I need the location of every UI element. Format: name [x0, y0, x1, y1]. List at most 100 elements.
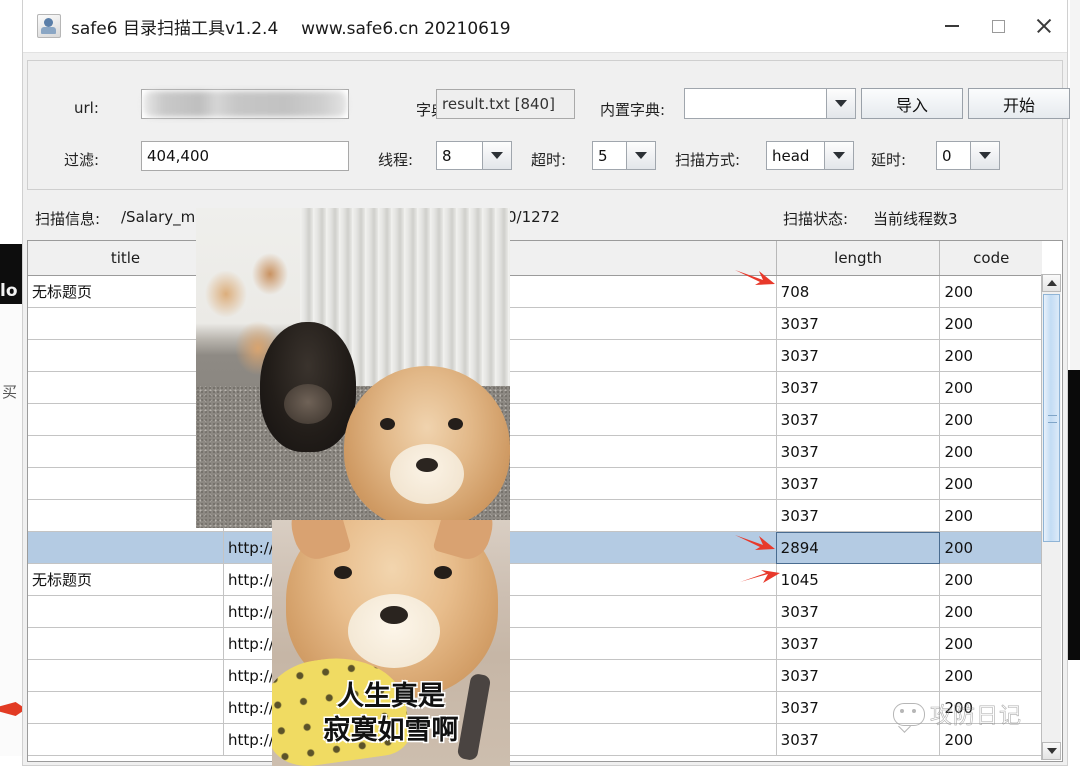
- table-row[interactable]: http://oa orage/OrderBill.aspx3037200: [28, 723, 1042, 756]
- chevron-down-icon: [826, 89, 855, 118]
- scanmode-label: 扫描方式:: [675, 151, 741, 169]
- application-window: safe6 目录扫描工具v1.2.4 www.safe6.cn 20210619…: [22, 0, 1070, 766]
- table-row[interactable]: in.aspx3037200: [28, 467, 1042, 500]
- background-text-a: lo: [0, 281, 18, 301]
- cell-title: 无标题页: [28, 563, 224, 596]
- chevron-down-icon: [1046, 748, 1057, 754]
- table-row[interactable]: t/SupplierInbillSum.aspx3037200: [28, 435, 1042, 468]
- results-table-head: title length code: [28, 241, 1042, 276]
- results-table: title length code 无标题页t/StatMain.aspx708…: [28, 241, 1042, 756]
- cell-length: 3037: [776, 307, 941, 340]
- table-row[interactable]: http://oa t/SupplierOutbillSum.aspx28942…: [28, 531, 1042, 564]
- timeout-select[interactable]: 5: [592, 141, 656, 170]
- import-button[interactable]: 导入: [861, 88, 963, 119]
- watermark-text: 攻防日记: [930, 704, 1023, 730]
- cell-length: 2894: [776, 531, 941, 564]
- desktop-background-top: [0, 0, 22, 56]
- cell-title: [28, 371, 224, 404]
- cell-title: [28, 659, 224, 692]
- timeout-label: 超时:: [531, 151, 567, 169]
- cell-code: 200: [939, 595, 1042, 628]
- delay-label: 延时:: [871, 151, 907, 169]
- dict-input[interactable]: result.txt [840]: [436, 89, 575, 119]
- scroll-down-button[interactable]: [1042, 742, 1061, 760]
- cell-length: 3037: [776, 659, 941, 692]
- scanmode-select[interactable]: head: [766, 141, 854, 170]
- cell-length: 1045: [776, 563, 941, 596]
- cell-length: 3037: [776, 595, 941, 628]
- table-row[interactable]: t/SupplierAccount.aspx3037200: [28, 371, 1042, 404]
- snout: [348, 594, 440, 668]
- cell-code: 200: [939, 275, 1042, 308]
- close-button[interactable]: [1021, 0, 1067, 52]
- cell-length: 3037: [776, 627, 941, 660]
- start-button[interactable]: 开始: [968, 88, 1070, 119]
- overlay-image-shiba-group: [196, 208, 510, 528]
- table-row[interactable]: http://oa t/wareLabel.aspx3037200: [28, 691, 1042, 724]
- cell-code: 200: [939, 563, 1042, 596]
- overlay-image-shiba-meme: 人生真是 寂寞如雪啊: [272, 520, 510, 766]
- ear-left: [284, 520, 352, 564]
- cell-title: 无标题页: [28, 275, 224, 308]
- filter-input[interactable]: 404,400: [141, 141, 349, 171]
- minimize-button[interactable]: [929, 0, 975, 52]
- maximize-button[interactable]: [975, 0, 1021, 52]
- scan-state-value: 当前线程数3: [873, 210, 958, 228]
- scan-info-value: /Salary_m: [121, 208, 196, 226]
- table-row[interactable]: http://oa t/SupplierStorage.aspx3037200: [28, 595, 1042, 628]
- chat-bubble-icon: [893, 702, 925, 726]
- settings-panel: url: 过滤: 404,400 字典: result.txt [840] 内置…: [27, 60, 1070, 190]
- window-title-app: safe6 目录扫描工具v1.2.4: [71, 18, 279, 39]
- table-row[interactable]: http://oa t/SupplierStorageSum.aspx30372…: [28, 627, 1042, 660]
- window-title-site: www.safe6.cn 20210619: [301, 18, 511, 39]
- thread-select[interactable]: 8: [436, 141, 512, 170]
- chevron-down-icon: [824, 142, 853, 169]
- table-header-row: title length code: [28, 241, 1042, 276]
- delay-select[interactable]: 0: [936, 141, 1000, 170]
- url-label: url:: [74, 99, 99, 117]
- column-header-length[interactable]: length: [776, 241, 941, 276]
- results-table-body: 无标题页t/StatMain.aspx708200t/StorageStat.a…: [28, 275, 1042, 756]
- cell-length: 3037: [776, 435, 941, 468]
- cell-title: [28, 499, 224, 532]
- screen: lo 买 safe6 目录扫描工具v1.2.4 www.safe6.cn 202…: [0, 0, 1080, 766]
- status-strip: 扫描信息: /Salary_m : 0/1272 扫描状态: 当前线程数3: [23, 198, 1067, 236]
- window-title: safe6 目录扫描工具v1.2.4 www.safe6.cn 20210619: [71, 14, 511, 39]
- progress-value: 0/1272: [507, 208, 560, 226]
- table-row[interactable]: 无标题页http://oa in.aspx1045200: [28, 563, 1042, 596]
- cell-code: 200: [939, 339, 1042, 372]
- table-row[interactable]: t/SupplierOutbill.aspx3037200: [28, 499, 1042, 532]
- maximize-icon: [991, 19, 1005, 33]
- cell-length: 3037: [776, 499, 941, 532]
- java-app-icon: [37, 14, 61, 38]
- meme-caption-line-2: 寂寞如雪啊: [323, 715, 459, 746]
- cell-title: [28, 691, 224, 724]
- cell-title: [28, 723, 224, 756]
- title-bar[interactable]: safe6 目录扫描工具v1.2.4 www.safe6.cn 20210619: [23, 0, 1067, 52]
- cell-length: 3037: [776, 403, 941, 436]
- cell-length: 708: [776, 275, 941, 308]
- black-shiba: [260, 322, 356, 452]
- table-row[interactable]: t/StorageStat.aspx3037200: [28, 307, 1042, 340]
- cell-code: 200: [939, 627, 1042, 660]
- url-input[interactable]: [141, 89, 349, 119]
- table-row[interactable]: http://oa t/WareCard.aspx3037200: [28, 659, 1042, 692]
- scanmode-value: head: [772, 146, 810, 165]
- scrollbar-thumb[interactable]: [1043, 294, 1060, 542]
- thread-value: 8: [442, 146, 452, 165]
- chevron-down-icon: [626, 142, 655, 169]
- column-header-title[interactable]: title: [28, 241, 224, 276]
- cell-title: [28, 339, 224, 372]
- builtin-dict-select[interactable]: [684, 88, 856, 119]
- table-row[interactable]: 无标题页t/StatMain.aspx708200: [28, 275, 1042, 308]
- chevron-down-icon: [482, 142, 511, 169]
- table-vertical-scrollbar[interactable]: [1041, 274, 1061, 760]
- cell-code: 200: [939, 371, 1042, 404]
- table-row[interactable]: t/StorageWareSum.aspx3037200: [28, 339, 1042, 372]
- column-header-code[interactable]: code: [939, 241, 1042, 276]
- cell-title: [28, 531, 224, 564]
- table-row[interactable]: t/SupplierInbill.aspx3037200: [28, 403, 1042, 436]
- cell-code: 200: [939, 467, 1042, 500]
- thread-label: 线程:: [378, 151, 414, 169]
- scroll-up-button[interactable]: [1042, 274, 1061, 292]
